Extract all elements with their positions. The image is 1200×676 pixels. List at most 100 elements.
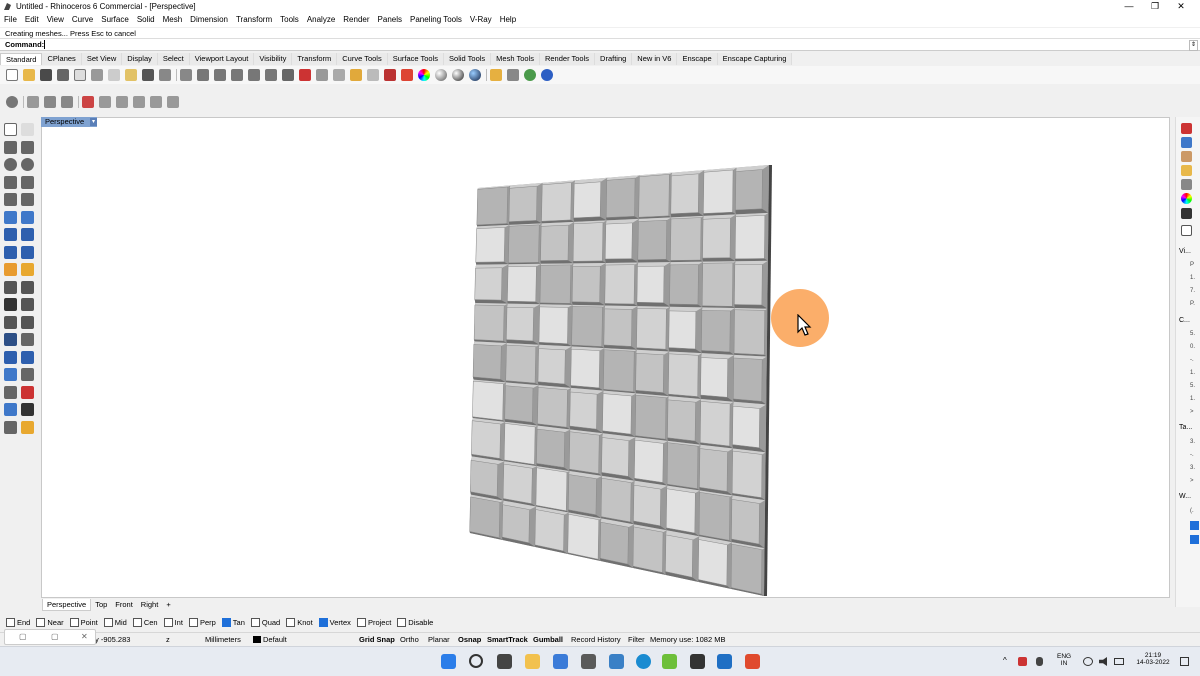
lock-icon[interactable] [384,69,396,81]
layer-label[interactable]: Default [263,635,287,644]
osnap-checkbox[interactable] [132,617,142,627]
layers-icon[interactable] [1181,137,1192,148]
add-panel-icon[interactable] [167,96,179,108]
command-line[interactable]: Command: ⇕ [0,38,1200,51]
osnap-vertex[interactable]: Vertex [318,617,351,627]
widget-checkbox[interactable] [1190,535,1199,544]
file-explorer-icon[interactable] [525,654,540,669]
offset-icon[interactable] [21,316,34,329]
menu-tools[interactable]: Tools [276,13,303,27]
osnap-perp[interactable]: Perp [188,617,216,627]
new-file-icon[interactable] [6,69,18,81]
render-teapot-icon[interactable] [4,421,17,434]
undo-view-icon[interactable] [265,69,277,81]
minimize-button[interactable]: — [1116,0,1142,13]
cplane-icon[interactable] [316,69,328,81]
osnap-point[interactable]: Point [69,617,98,627]
tab-solid-tools[interactable]: Solid Tools [444,53,492,65]
move-icon[interactable] [4,351,17,364]
units-label[interactable]: Millimeters [205,635,241,644]
osnap-checkbox[interactable] [221,617,231,627]
gumball-icon[interactable] [6,96,18,108]
osnap-toggle[interactable]: Osnap [458,635,481,644]
panel-wall-model[interactable] [42,118,1169,597]
menu-mesh[interactable]: Mesh [159,13,187,27]
four-viewports-icon[interactable] [282,69,294,81]
filter-toggle[interactable]: Filter [628,635,645,644]
cylinder-solid-icon[interactable] [4,246,17,259]
menu-panels[interactable]: Panels [374,13,406,27]
grid-snap-toggle[interactable]: Grid Snap [359,635,395,644]
osnap-checkbox[interactable] [286,617,296,627]
pan-hand-icon[interactable] [159,69,171,81]
rendered-sphere-icon[interactable] [452,69,464,81]
osnap-checkbox[interactable] [250,617,260,627]
boolean-icon[interactable] [4,263,17,276]
cut-icon[interactable] [91,69,103,81]
ortho-toggle[interactable]: Ortho [400,635,419,644]
morph-icon[interactable] [133,96,145,108]
menu-vray[interactable]: V-Ray [466,13,496,27]
record-history-toggle[interactable]: Record History [571,635,621,644]
osnap-quad[interactable]: Quad [250,617,280,627]
osnap-checkbox[interactable] [397,617,407,627]
camera-icon[interactable] [1181,208,1192,219]
minimize-float-icon[interactable]: ▢ [19,632,27,641]
join-icon[interactable] [4,298,17,311]
sphere-solid-icon[interactable] [21,228,34,241]
menu-transform[interactable]: Transform [232,13,276,27]
materials-icon[interactable] [1181,193,1192,204]
task-view-icon[interactable] [497,654,512,669]
tab-cplanes[interactable]: CPlanes [42,53,82,65]
help-icon[interactable] [541,69,553,81]
dimension-icon[interactable] [21,333,34,346]
scale-icon[interactable] [21,368,34,381]
vray-icon[interactable] [690,654,705,669]
camtasia-icon[interactable] [662,654,677,669]
osnap-end[interactable]: End [6,617,30,627]
microphone-icon[interactable] [1036,657,1043,666]
tab-curve-tools[interactable]: Curve Tools [337,53,388,65]
viewport-dropdown-icon[interactable]: ▾ [90,118,97,126]
zoom-window-icon[interactable] [214,69,226,81]
polygon-icon[interactable] [4,176,17,189]
windows-start-icon[interactable] [441,654,456,669]
light-icon[interactable] [21,421,34,434]
viewtab-perspective[interactable]: Perspective [42,599,92,611]
tray-chevron-icon[interactable]: ^ [1003,656,1007,665]
extrude-surface-icon[interactable] [21,211,34,224]
tab-mesh-tools[interactable]: Mesh Tools [491,53,540,65]
rotate-view-icon[interactable] [180,69,192,81]
tab-visibility[interactable]: Visibility [254,53,293,65]
box-edit-icon[interactable] [44,96,56,108]
tab-surface-tools[interactable]: Surface Tools [387,53,445,65]
osnap-checkbox[interactable] [163,617,173,627]
mail-icon[interactable] [553,654,568,669]
viewport-props-icon[interactable] [1181,225,1192,236]
tab-render-tools[interactable]: Render Tools [539,53,596,65]
render-sphere-icon[interactable] [469,69,481,81]
open-folder-icon[interactable] [23,69,35,81]
osnap-checkbox[interactable] [103,617,113,627]
osnap-checkbox[interactable] [188,617,198,627]
close-button[interactable]: ✕ [1168,0,1194,13]
close-float-icon[interactable]: ✕ [81,632,88,641]
import-icon[interactable] [74,69,86,81]
menu-curve[interactable]: Curve [68,13,97,27]
tab-transform[interactable]: Transform [292,53,338,65]
osnap-checkbox[interactable] [356,617,366,627]
rotate-icon[interactable] [21,351,34,364]
tab-display[interactable]: Display [122,53,158,65]
store-icon[interactable] [581,654,596,669]
osnap-checkbox[interactable] [318,617,328,627]
point-icon[interactable] [21,123,34,136]
flow-icon[interactable] [150,96,162,108]
antivirus-icon[interactable] [1018,657,1027,666]
light-bulb-icon[interactable] [367,69,379,81]
search-icon[interactable] [469,654,483,668]
notifications-icon[interactable] [1180,657,1189,666]
select-arrow-icon[interactable] [4,123,17,136]
osnap-checkbox[interactable] [36,617,46,627]
rectangle-icon[interactable] [21,176,34,189]
layer-icon[interactable] [401,69,413,81]
